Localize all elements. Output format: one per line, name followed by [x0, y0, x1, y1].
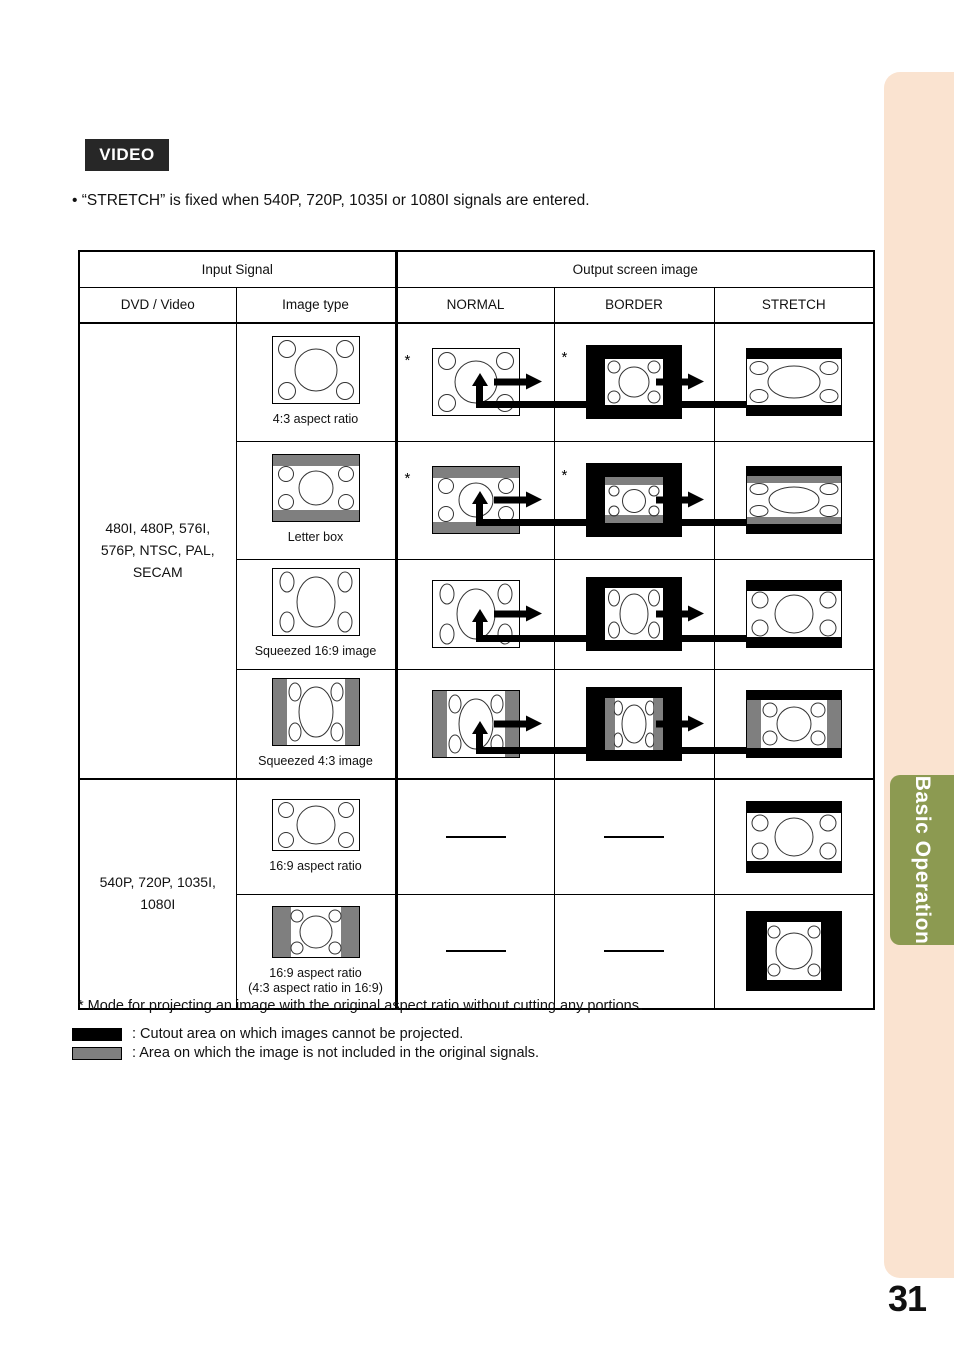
diagram-16-9-with-4-3	[271, 905, 360, 958]
asterisk-marker: *	[404, 352, 411, 370]
diagram-stretch-16-9-with-4-3	[745, 911, 842, 992]
arrow-normal-to-border-icon	[493, 605, 546, 622]
diagram-16-9-aspect-ratio	[271, 798, 360, 851]
header-image-type: Image type	[235, 286, 397, 324]
diagram-border-letter-box	[586, 463, 704, 537]
diagram-border-squeezed-16-9	[586, 577, 704, 651]
output-cell-stretch: *	[713, 668, 875, 780]
diagram-normal-4-3	[431, 348, 542, 417]
header-normal: NORMAL	[394, 286, 555, 324]
image-type-cell: Squeezed 4:3 image	[235, 668, 397, 780]
diagram-stretch-squeezed-16-9	[745, 580, 842, 648]
section-badge-video: VIDEO	[85, 139, 169, 171]
output-cell-stretch: *	[713, 893, 875, 1010]
output-cell-normal: *	[394, 440, 796, 560]
output-cell-border	[553, 668, 715, 780]
diagram-letter-box	[271, 454, 360, 523]
output-cell-border	[553, 893, 715, 1010]
aspect-ratio-table: Input Signal Output screen image DVD / V…	[78, 250, 875, 1010]
image-type-caption: 4:3 aspect ratio	[272, 412, 359, 427]
arrow-normal-to-border-icon	[493, 491, 546, 508]
arrow-normal-to-border-icon	[493, 715, 546, 732]
diagram-border-4-3	[586, 345, 704, 420]
output-cell-normal	[394, 668, 796, 780]
table-row: 540P, 720P, 1035I, 1080I 16:9 aspect rat…	[78, 778, 875, 1010]
diagram-squeezed-4-3	[271, 677, 360, 746]
output-cell-stretch	[713, 322, 875, 442]
output-cell-stretch: *	[713, 778, 875, 895]
legend-swatch-black-icon	[72, 1027, 122, 1041]
legend-item-cutout: : Cutout area on which images cannot be …	[72, 1026, 832, 1042]
image-type-caption: 16:9 aspect ratio	[269, 858, 362, 873]
legend-swatch-gray-icon	[72, 1046, 122, 1060]
header-stretch: STRETCH	[713, 286, 875, 324]
legend-text-not-included: : Area on which the image is not include…	[132, 1045, 540, 1061]
table-row: 480I, 480P, 576I, 576P, NTSC, PAL, SECAM…	[78, 322, 875, 780]
output-cell-normal	[394, 893, 555, 1010]
not-applicable-dash	[604, 835, 664, 838]
arrow-border-to-stretch-icon	[656, 715, 708, 732]
output-cell-border	[553, 778, 715, 895]
diagram-4-3-aspect-ratio	[271, 336, 360, 405]
asterisk-marker: *	[561, 349, 568, 367]
page-number: 31	[887, 1278, 927, 1319]
arrow-border-to-stretch-icon	[656, 605, 708, 622]
asterisk-marker: *	[561, 467, 568, 484]
footnotes: * Mode for projecting an image with the …	[72, 998, 832, 1064]
diagram-squeezed-16-9	[271, 568, 360, 637]
not-applicable-dash	[445, 835, 506, 838]
output-cell-stretch: *	[713, 558, 875, 670]
diagram-stretch-squeezed-4-3	[745, 689, 842, 758]
header-output-screen-image: Output screen image	[394, 250, 875, 288]
asterisk-marker: *	[404, 470, 411, 487]
diagram-border-squeezed-4-3	[586, 686, 704, 761]
output-cell-normal	[394, 778, 555, 895]
signal-label-group-1: 480I, 480P, 576I, 576P, NTSC, PAL, SECAM	[78, 322, 237, 780]
footnote-asterisk: * Mode for projecting an image with the …	[78, 998, 644, 1014]
output-cell-border: *	[553, 440, 715, 560]
image-type-cell: Letter box	[235, 440, 397, 560]
output-cell-stretch	[713, 440, 875, 560]
image-type-cell: Squeezed 16:9 image	[235, 558, 397, 670]
signal-label-group-2: 540P, 720P, 1035I, 1080I	[78, 778, 237, 1010]
image-type-caption: Letter box	[287, 530, 344, 545]
side-decoration-panel	[884, 72, 954, 1278]
intro-note: • “STRETCH” is fixed when 540P, 720P, 10…	[72, 192, 590, 209]
not-applicable-dash	[445, 950, 506, 953]
image-type-cell: 16:9 aspect ratio	[235, 778, 397, 895]
image-type-cell: 16:9 aspect ratio (4:3 aspect ratio in 1…	[235, 893, 397, 1010]
output-cell-normal: *	[394, 322, 796, 442]
not-applicable-dash	[604, 950, 664, 953]
arrow-normal-to-border-icon	[493, 373, 546, 390]
image-type-caption: Squeezed 4:3 image	[258, 753, 373, 768]
diagram-normal-squeezed-16-9	[431, 580, 542, 648]
output-cell-border	[553, 558, 715, 670]
header-input-signal: Input Signal	[78, 250, 397, 288]
output-cell-normal	[394, 558, 796, 670]
image-type-caption: 16:9 aspect ratio (4:3 aspect ratio in 1…	[248, 965, 383, 996]
chapter-tab-basic-operation: Basic Operation	[890, 775, 954, 945]
legend-item-not-included: : Area on which the image is not include…	[72, 1045, 832, 1061]
diagram-normal-letter-box	[431, 466, 542, 534]
table-group-header-row: Input Signal Output screen image	[78, 250, 875, 288]
diagram-normal-squeezed-4-3	[431, 689, 542, 758]
header-border: BORDER	[553, 286, 715, 324]
image-type-cell: 4:3 aspect ratio	[235, 322, 397, 442]
chapter-tab-label: Basic Operation	[911, 775, 934, 945]
diagram-stretch-letter-box	[745, 466, 842, 534]
header-dvd-video: DVD / Video	[78, 286, 237, 324]
diagram-stretch-16-9	[745, 800, 842, 873]
output-cell-border: *	[553, 322, 715, 442]
arrow-border-to-stretch-icon	[656, 491, 708, 508]
arrow-border-to-stretch-icon	[656, 373, 708, 390]
diagram-stretch-4-3	[745, 348, 842, 417]
table-column-header-row: DVD / Video Image type NORMAL BORDER STR…	[78, 286, 875, 324]
image-type-caption: Squeezed 16:9 image	[254, 644, 377, 659]
legend-text-cutout: : Cutout area on which images cannot be …	[132, 1026, 464, 1042]
